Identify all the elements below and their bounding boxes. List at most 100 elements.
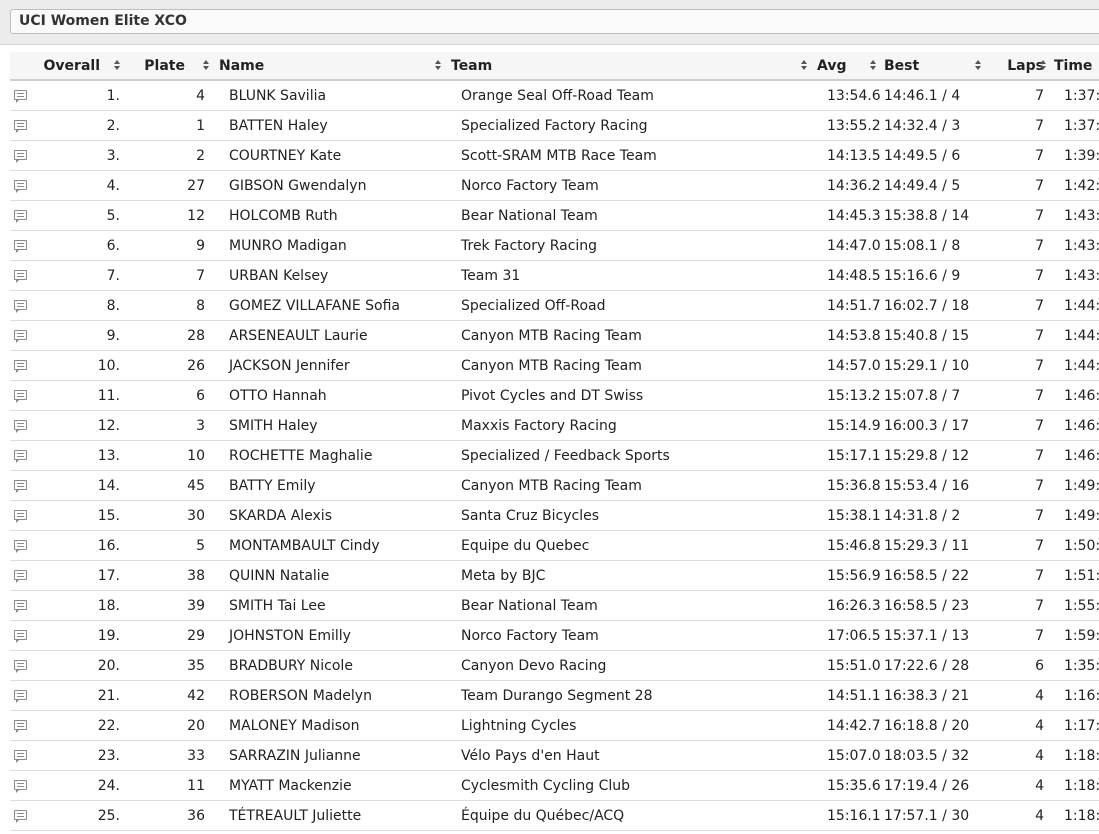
comment-icon[interactable]	[14, 119, 27, 133]
cell-time: 1:44:02 +6:40	[1048, 290, 1099, 321]
cell-best: 16:00.3 / 17	[882, 410, 989, 441]
cell-time: 1:46:59 +9:37	[1048, 440, 1099, 471]
comment-icon[interactable]	[14, 209, 27, 223]
comment-icon[interactable]	[14, 509, 27, 523]
table-row[interactable]: 9. 28 ARSENEAULT Laurie Canyon MTB Racin…	[10, 320, 1099, 351]
header-time[interactable]: Time	[1048, 52, 1099, 81]
table-row[interactable]: 20. 35 BRADBURY Nicole Canyon Devo Racin…	[10, 650, 1099, 681]
comment-cell	[10, 350, 40, 381]
cell-team: Bear National Team	[447, 590, 813, 621]
comment-icon[interactable]	[14, 599, 27, 613]
table-row[interactable]: 1. 4 BLUNK Savilia Orange Seal Off-Road …	[10, 80, 1099, 111]
header-team[interactable]: Team	[447, 52, 813, 81]
header-name[interactable]: Name	[215, 52, 447, 81]
cell-name: BATTEN Haley	[215, 110, 447, 141]
comment-icon[interactable]	[14, 89, 27, 103]
cell-team: Canyon MTB Racing Team	[447, 350, 813, 381]
sort-icon	[435, 60, 441, 71]
cell-overall: 24.	[40, 770, 132, 801]
comment-icon[interactable]	[14, 419, 27, 433]
table-row[interactable]: 16. 5 MONTAMBAULT Cindy Equipe du Quebec…	[10, 530, 1099, 561]
event-select[interactable]: UCI Women Elite XCO	[10, 9, 1099, 34]
table-row[interactable]: 22. 20 MALONEY Madison Lightning Cycles …	[10, 710, 1099, 741]
cell-best: 15:07.8 / 7	[882, 380, 989, 411]
table-row[interactable]: 25. 36 TÉTREAULT Juliette Équipe du Québ…	[10, 800, 1099, 831]
cell-time: 1:35:06 -2:16	[1048, 650, 1099, 681]
toolbar: UCI Women Elite XCO	[0, 0, 1099, 45]
comment-icon[interactable]	[14, 689, 27, 703]
comment-cell	[10, 500, 40, 531]
table-row[interactable]: 10. 26 JACKSON Jennifer Canyon MTB Racin…	[10, 350, 1099, 381]
comment-icon[interactable]	[14, 269, 27, 283]
table-row[interactable]: 14. 45 BATTY Emily Canyon MTB Racing Tea…	[10, 470, 1099, 501]
cell-laps: 7	[989, 170, 1048, 201]
table-row[interactable]: 6. 9 MUNRO Madigan Trek Factory Racing 1…	[10, 230, 1099, 261]
comment-icon[interactable]	[14, 449, 27, 463]
cell-overall: 12.	[40, 410, 132, 441]
comment-icon[interactable]	[14, 539, 27, 553]
sort-icon	[1040, 60, 1046, 71]
comment-icon[interactable]	[14, 239, 27, 253]
cell-time: 1:51:38 +14:16	[1048, 560, 1099, 591]
header-overall[interactable]: Overall	[40, 52, 132, 81]
header-comment	[10, 52, 40, 81]
cell-team: Team 31	[447, 260, 813, 291]
table-row[interactable]: 13. 10 ROCHETTE Maghalie Specialized / F…	[10, 440, 1099, 471]
comment-icon[interactable]	[14, 569, 27, 583]
cell-overall: 20.	[40, 650, 132, 681]
cell-laps: 7	[989, 620, 1048, 651]
comment-icon[interactable]	[14, 179, 27, 193]
table-row[interactable]: 23. 33 SARRAZIN Julianne Vélo Pays d'en …	[10, 740, 1099, 771]
cell-laps: 7	[989, 320, 1048, 351]
table-row[interactable]: 7. 7 URBAN Kelsey Team 31 14:48.5 15:16.…	[10, 260, 1099, 291]
comment-icon[interactable]	[14, 659, 27, 673]
table-row[interactable]: 2. 1 BATTEN Haley Specialized Factory Ra…	[10, 110, 1099, 141]
comment-cell	[10, 230, 40, 261]
header-overall-label: Overall	[43, 57, 100, 74]
comment-icon[interactable]	[14, 329, 27, 343]
table-row[interactable]: 5. 12 HOLCOMB Ruth Bear National Team 14…	[10, 200, 1099, 231]
cell-team: Bear National Team	[447, 200, 813, 231]
cell-overall: 5.	[40, 200, 132, 231]
table-row[interactable]: 12. 3 SMITH Haley Maxxis Factory Racing …	[10, 410, 1099, 441]
comment-icon[interactable]	[14, 149, 27, 163]
header-laps-label: Laps	[1007, 57, 1044, 74]
table-row[interactable]: 17. 38 QUINN Natalie Meta by BJC 15:56.9…	[10, 560, 1099, 591]
cell-plate: 38	[132, 560, 215, 591]
cell-avg: 14:42.7	[813, 710, 882, 741]
header-laps[interactable]: Laps	[989, 52, 1048, 81]
cell-laps: 7	[989, 590, 1048, 621]
comment-icon[interactable]	[14, 359, 27, 373]
comment-icon[interactable]	[14, 629, 27, 643]
comment-icon[interactable]	[14, 809, 27, 823]
table-row[interactable]: 8. 8 GOMEZ VILLAFANE Sofia Specialized O…	[10, 290, 1099, 321]
cell-time: 1:16:49 -20:33	[1048, 680, 1099, 711]
table-row[interactable]: 21. 42 ROBERSON Madelyn Team Durango Seg…	[10, 680, 1099, 711]
cell-laps: 7	[989, 470, 1048, 501]
header-avg[interactable]: Avg	[813, 52, 882, 81]
table-row[interactable]: 3. 2 COURTNEY Kate Scott-SRAM MTB Race T…	[10, 140, 1099, 171]
table-row[interactable]: 15. 30 SKARDA Alexis Santa Cruz Bicycles…	[10, 500, 1099, 531]
table-row[interactable]: 24. 11 MYATT Mackenzie Cyclesmith Cyclin…	[10, 770, 1099, 801]
cell-name: URBAN Kelsey	[215, 260, 447, 291]
cell-overall: 16.	[40, 530, 132, 561]
comment-icon[interactable]	[14, 389, 27, 403]
table-row[interactable]: 4. 27 GIBSON Gwendalyn Norco Factory Tea…	[10, 170, 1099, 201]
header-best[interactable]: Best	[882, 52, 989, 81]
comment-icon[interactable]	[14, 719, 27, 733]
comment-icon[interactable]	[14, 479, 27, 493]
cell-plate: 9	[132, 230, 215, 261]
comment-icon[interactable]	[14, 749, 27, 763]
cell-best: 18:03.5 / 32	[882, 740, 989, 771]
table-row[interactable]: 18. 39 SMITH Tai Lee Bear National Team …	[10, 590, 1099, 621]
table-row[interactable]: 11. 6 OTTO Hannah Pivot Cycles and DT Sw…	[10, 380, 1099, 411]
cell-team: Meta by BJC	[447, 560, 813, 591]
cell-name: SARRAZIN Julianne	[215, 740, 447, 771]
header-plate[interactable]: Plate	[132, 52, 215, 81]
table-row[interactable]: 19. 29 JOHNSTON Emilly Norco Factory Tea…	[10, 620, 1099, 651]
cell-avg: 17:06.5	[813, 620, 882, 651]
comment-icon[interactable]	[14, 299, 27, 313]
cell-avg: 15:35.6	[813, 770, 882, 801]
comment-cell	[10, 590, 40, 621]
comment-icon[interactable]	[14, 779, 27, 793]
